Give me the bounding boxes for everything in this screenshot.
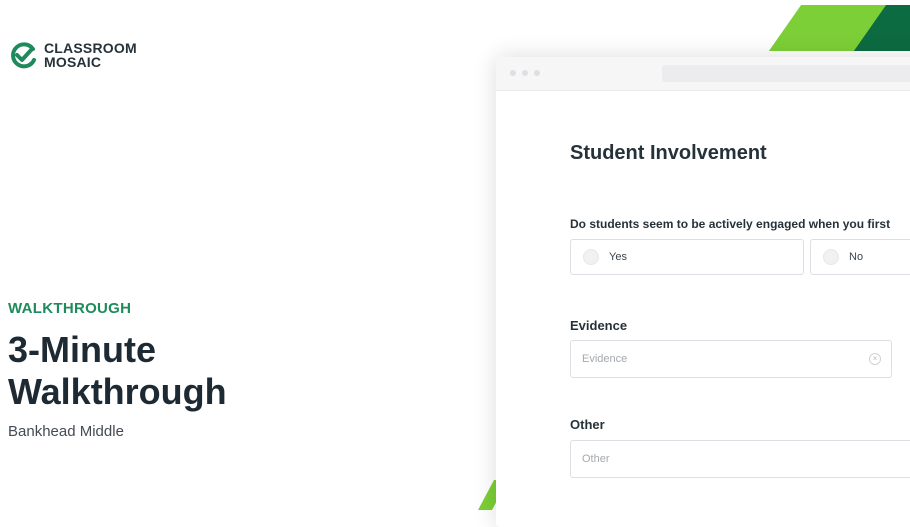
clear-icon[interactable]: × [869, 353, 881, 365]
window-dot [534, 70, 540, 76]
window-dot [522, 70, 528, 76]
logo-line-2: MOSAIC [44, 54, 102, 70]
question-label: Do students seem to be actively engaged … [570, 217, 891, 231]
school-name: Bankhead Middle [8, 423, 124, 440]
option-yes[interactable]: Yes [570, 239, 804, 275]
radio-icon[interactable] [583, 249, 599, 265]
other-input[interactable]: Other [570, 440, 910, 478]
hero: WALKTHROUGH 3-Minute Walkthrough Bankhea… [8, 300, 318, 440]
logo-line-1: CLASSROOM [44, 40, 137, 56]
logo-wordmark: CLASSROOM MOSAIC [44, 41, 137, 69]
brand-logo: CLASSROOM MOSAIC [8, 40, 137, 70]
answer-options: Yes No [570, 239, 910, 275]
other-placeholder: Other [582, 453, 610, 465]
window-controls [510, 70, 540, 76]
window-titlebar [496, 57, 910, 91]
address-bar [662, 65, 910, 82]
option-label: No [849, 251, 864, 263]
browser-window: Student Involvement Do students seem to … [496, 57, 910, 527]
other-label: Other [570, 417, 605, 432]
eyebrow-label: WALKTHROUGH [8, 300, 132, 317]
section-title: Student Involvement [570, 142, 767, 164]
evidence-placeholder: Evidence [582, 353, 628, 365]
evidence-label: Evidence [570, 318, 628, 333]
option-label: Yes [609, 251, 627, 263]
option-no[interactable]: No [810, 239, 910, 275]
window-dot [510, 70, 516, 76]
check-circle-icon [11, 42, 36, 69]
page-title: 3-Minute Walkthrough [8, 329, 227, 412]
evidence-input[interactable]: Evidence × [570, 340, 892, 378]
radio-icon[interactable] [823, 249, 839, 265]
